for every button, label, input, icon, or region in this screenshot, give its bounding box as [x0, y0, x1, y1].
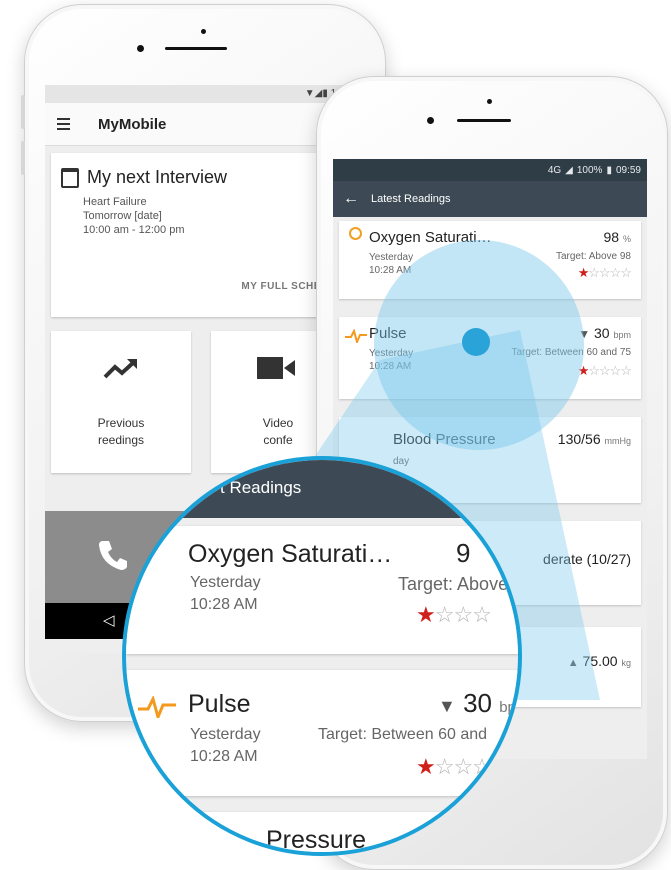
magnified-toolbar: t Readings — [126, 460, 518, 518]
magnified-trend-down-icon: ▼ — [438, 696, 456, 716]
magnified-reading-name: Pulse — [188, 690, 251, 718]
magnified-bp-card: Pressure — [126, 812, 518, 854]
magnifier-circle: t Readings Oxygen Saturati… Yesterday 10… — [122, 456, 522, 856]
magnified-rating-stars: ★☆☆☆ — [416, 754, 492, 779]
magnified-reading-day: Yesterday — [190, 726, 261, 743]
magnified-toolbar-title: t Readings — [220, 478, 302, 497]
magnified-reading-time: 10:28 AM — [190, 596, 258, 613]
magnified-reading-target: Target: Between 60 and — [318, 726, 488, 743]
magnified-reading-time: 10:28 AM — [190, 748, 258, 765]
magnified-reading-name: Pressure — [266, 826, 367, 854]
magnifier-focus-dot — [462, 328, 490, 356]
magnified-reading-day: Yesterday — [190, 574, 261, 591]
magnified-reading-value: 30 — [463, 688, 492, 718]
magnified-reading-target: Target: Above — [398, 574, 509, 594]
magnified-reading-value: 9 — [456, 538, 471, 568]
magnified-rating-stars: ★☆☆☆ — [416, 602, 492, 627]
magnified-pulse-icon — [138, 696, 176, 718]
magnified-pulse-card: Pulse Yesterday 10:28 AM ▼ 30 bpr Target… — [126, 670, 521, 796]
magnified-reading-unit: bpr — [499, 699, 521, 716]
magnified-reading-name: Oxygen Saturati… — [188, 540, 393, 568]
magnified-oxygen-card: Oxygen Saturati… Yesterday 10:28 AM 9 Ta… — [126, 526, 518, 654]
